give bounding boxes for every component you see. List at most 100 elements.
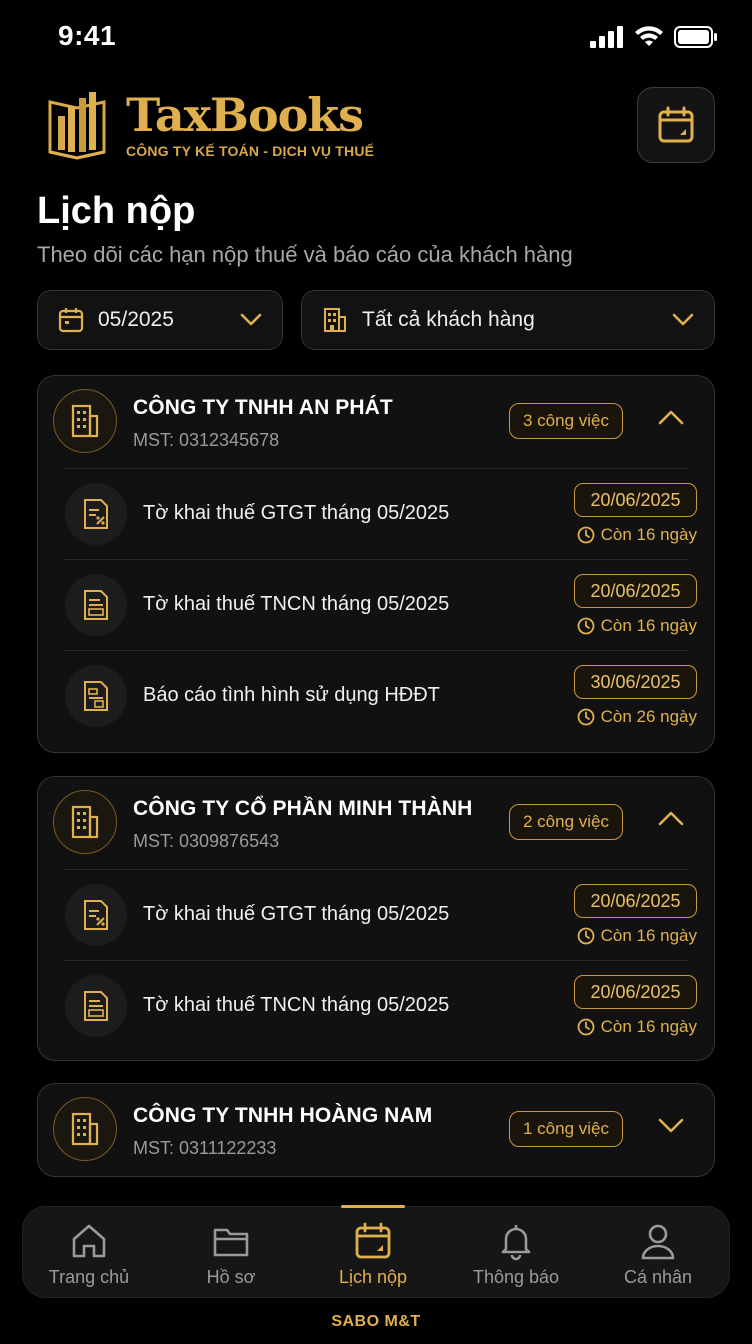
company-card-header[interactable]: CÔNG TY TNHH HOÀNG NAM MST: 0311122233 1… — [38, 1084, 714, 1176]
client-filter[interactable]: Tất cả khách hàng — [301, 290, 715, 350]
nav-item-home[interactable]: Trang chủ — [29, 1207, 149, 1299]
calendar-button[interactable] — [637, 87, 715, 163]
building-icon — [71, 404, 99, 438]
company-card-header[interactable]: CÔNG TY CỔ PHẦN MINH THÀNH MST: 03098765… — [38, 777, 714, 869]
company-card-header[interactable]: CÔNG TY TNHH AN PHÁT MST: 0312345678 3 c… — [38, 376, 714, 468]
company-name: CÔNG TY CỔ PHẦN MINH THÀNH — [133, 797, 473, 820]
chevron-up-icon[interactable] — [658, 809, 684, 827]
calendar-icon — [355, 1222, 391, 1259]
task-name: Báo cáo tình hình sử dụng HĐĐT — [143, 684, 440, 706]
task-name: Tờ khai thuế GTGT tháng 05/2025 — [143, 502, 450, 524]
vat-document-icon — [84, 499, 108, 529]
time-remaining: Còn 16 ngày — [577, 926, 697, 946]
task-name: Tờ khai thuế TNCN tháng 05/2025 — [143, 994, 450, 1016]
month-filter[interactable]: 05/2025 — [37, 290, 283, 350]
pit-document-icon — [84, 991, 108, 1021]
status-icons — [590, 26, 718, 48]
time-remaining: Còn 16 ngày — [577, 616, 697, 636]
time-remaining-text: Còn 16 ngày — [600, 926, 697, 945]
nav-label: Thông báo — [472, 1267, 560, 1287]
status-time: 9:41 — [58, 20, 117, 51]
page-subtitle: Theo dõi các hạn nộp thuế và báo cáo của… — [37, 242, 573, 267]
company-card: CÔNG TY TNHH AN PHÁT MST: 0312345678 3 c… — [37, 375, 715, 753]
wifi-icon — [635, 26, 663, 46]
company-tax-id: MST: 0312345678 — [133, 430, 280, 450]
time-remaining: Còn 26 ngày — [577, 707, 697, 727]
time-remaining: Còn 16 ngày — [577, 525, 697, 545]
task-name: Tờ khai thuế TNCN tháng 05/2025 — [143, 593, 450, 615]
nav-item-schedule[interactable]: Lịch nộp — [313, 1207, 433, 1299]
chevron-down-icon — [240, 313, 262, 326]
time-remaining-text: Còn 16 ngày — [600, 616, 697, 635]
due-date-badge: 20/06/2025 — [574, 975, 697, 1009]
nav-label: Hồ sơ — [206, 1267, 256, 1287]
nav-label: Cá nhân — [623, 1267, 693, 1287]
client-filter-value: Tất cả khách hàng — [362, 308, 535, 331]
time-remaining-text: Còn 26 ngày — [600, 707, 697, 726]
due-date-badge: 20/06/2025 — [574, 483, 697, 517]
company-card: CÔNG TY TNHH HOÀNG NAM MST: 0311122233 1… — [37, 1083, 715, 1177]
signal-icon — [590, 26, 623, 48]
home-icon — [72, 1224, 106, 1258]
task-icon-wrap — [65, 975, 127, 1037]
clock-icon — [577, 617, 594, 635]
chevron-up-icon[interactable] — [658, 408, 684, 426]
brand-tagline: CÔNG TY KẾ TOÁN - DỊCH VỤ THUẾ — [126, 143, 375, 159]
company-avatar — [53, 1097, 117, 1161]
task-icon-wrap — [65, 574, 127, 636]
task-count-badge: 1 công việc — [509, 1111, 623, 1147]
task-row[interactable]: Tờ khai thuế TNCN tháng 05/2025 20/06/20… — [65, 559, 697, 650]
folder-icon — [213, 1228, 249, 1257]
company-avatar — [53, 790, 117, 854]
building-icon — [71, 805, 99, 839]
task-icon-wrap — [65, 483, 127, 545]
company-name: CÔNG TY TNHH HOÀNG NAM — [133, 1104, 433, 1127]
task-count-badge: 2 công việc — [509, 804, 623, 840]
nav-item-profile[interactable]: Cá nhân — [598, 1207, 718, 1299]
time-remaining: Còn 16 ngày — [577, 1017, 697, 1037]
bell-icon — [501, 1225, 531, 1261]
app-logo: TaxBooks CÔNG TY KẾ TOÁN - DỊCH VỤ THUẾ — [46, 88, 374, 162]
company-avatar — [53, 389, 117, 453]
task-row[interactable]: Báo cáo tình hình sử dụng HĐĐT 30/06/202… — [65, 650, 697, 741]
calendar-icon — [58, 308, 84, 333]
task-row[interactable]: Tờ khai thuế GTGT tháng 05/2025 20/06/20… — [65, 869, 697, 960]
calendar-icon — [658, 106, 694, 143]
brand-name: TaxBooks — [126, 88, 364, 142]
clock-icon — [577, 1018, 594, 1036]
company-name: CÔNG TY TNHH AN PHÁT — [133, 396, 393, 419]
nav-label: Trang chủ — [48, 1267, 130, 1287]
battery-icon — [674, 26, 717, 48]
month-filter-value: 05/2025 — [98, 308, 174, 331]
nav-item-records[interactable]: Hồ sơ — [171, 1207, 291, 1299]
company-tax-id: MST: 0311122233 — [133, 1138, 277, 1158]
building-icon — [324, 308, 346, 332]
task-icon-wrap — [65, 665, 127, 727]
chevron-down-icon[interactable] — [658, 1116, 684, 1134]
clock-icon — [577, 708, 594, 726]
due-date-badge: 30/06/2025 — [574, 665, 697, 699]
task-row[interactable]: Tờ khai thuế GTGT tháng 05/2025 20/06/20… — [65, 468, 697, 559]
due-date-badge: 20/06/2025 — [574, 884, 697, 918]
chevron-down-icon — [672, 313, 694, 326]
due-date-badge: 20/06/2025 — [574, 574, 697, 608]
building-icon — [71, 1112, 99, 1146]
vat-document-icon — [84, 900, 108, 930]
company-tax-id: MST: 0309876543 — [133, 831, 280, 851]
clock-icon — [577, 927, 594, 945]
task-count-badge: 3 công việc — [509, 403, 623, 439]
nav-item-notifications[interactable]: Thông báo — [456, 1207, 576, 1299]
books-logo-icon — [48, 92, 106, 160]
bottom-nav: Trang chủ Hồ sơ Lịch nộp Thông báo Cá nh… — [22, 1205, 730, 1299]
task-row[interactable]: Tờ khai thuế TNCN tháng 05/2025 20/06/20… — [65, 960, 697, 1051]
task-icon-wrap — [65, 884, 127, 946]
time-remaining-text: Còn 16 ngày — [600, 1017, 697, 1036]
pit-document-icon — [84, 590, 108, 620]
status-bar: 9:41 — [0, 0, 752, 76]
clock-icon — [577, 526, 594, 544]
page-title: Lịch nộp — [37, 190, 196, 232]
time-remaining-text: Còn 16 ngày — [600, 525, 697, 544]
footer-brand: SABO M&T — [331, 1313, 421, 1330]
company-card: CÔNG TY CỔ PHẦN MINH THÀNH MST: 03098765… — [37, 776, 715, 1061]
invoice-report-icon — [84, 681, 108, 711]
